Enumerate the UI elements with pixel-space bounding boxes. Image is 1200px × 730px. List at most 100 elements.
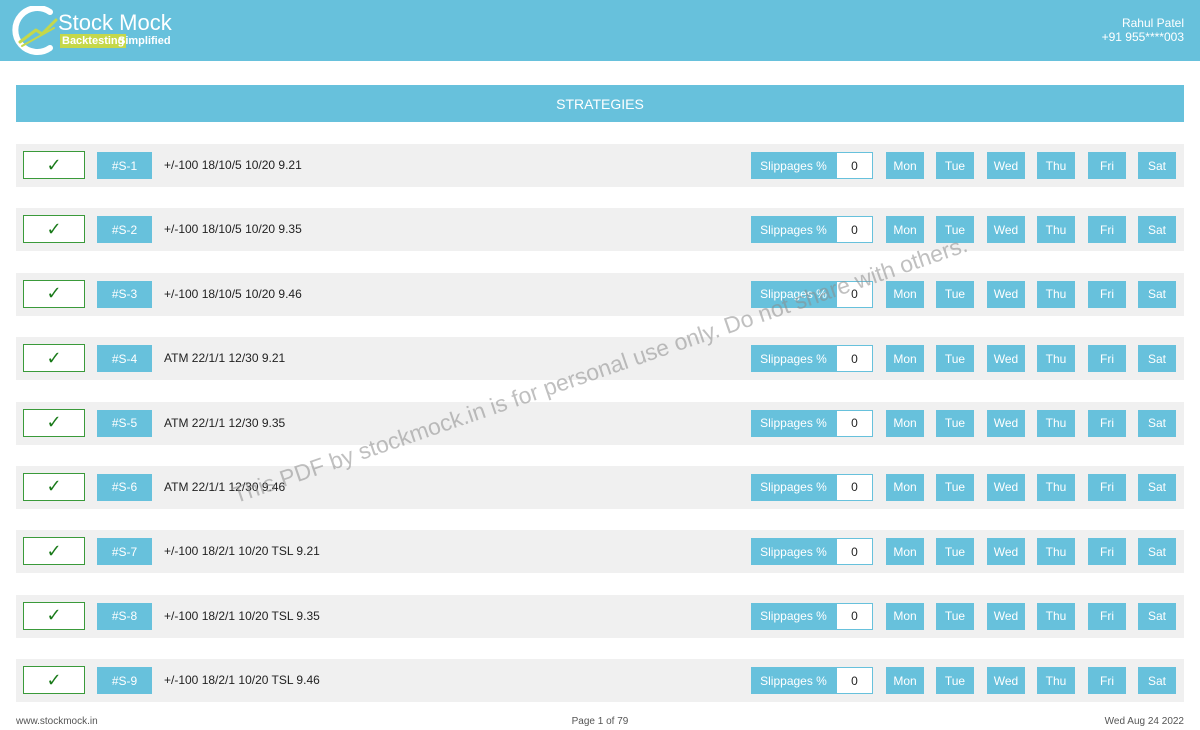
strategy-name: +/-100 18/10/5 10/20 9.35 [164, 222, 302, 237]
slippage-input[interactable]: 0 [836, 216, 873, 244]
slippage-input[interactable]: 0 [836, 538, 873, 566]
strategy-checkbox[interactable]: ✓ [23, 666, 85, 695]
day-toggle-tue[interactable]: Tue [936, 409, 974, 437]
strategy-name: ATM 22/1/1 12/30 9.21 [164, 351, 286, 366]
strategy-row: ✓ #S-6 ATM 22/1/1 12/30 9.46 Slippages % 0 Mo… [16, 465, 1184, 509]
strategy-checkbox[interactable]: ✓ [23, 344, 85, 373]
day-toggle-tue[interactable]: Tue [936, 602, 974, 630]
day-toggle-wed[interactable]: Wed [987, 473, 1025, 501]
slippage-input[interactable]: 0 [836, 152, 873, 179]
day-toggle-wed[interactable]: Wed [987, 152, 1025, 179]
day-toggle-thu[interactable]: Thu [1037, 538, 1075, 566]
day-toggle-tue[interactable]: Tue [936, 216, 974, 244]
day-toggle-mon[interactable]: Mon [886, 473, 924, 501]
strategy-id-badge[interactable]: #S-8 [97, 602, 152, 630]
slippage-label: Slippages % [751, 473, 836, 501]
strategy-id-badge[interactable]: #S-3 [97, 280, 152, 308]
slippage-input[interactable]: 0 [836, 602, 873, 630]
user-phone: +91 955****003 [1101, 30, 1184, 44]
day-toggle-wed[interactable]: Wed [987, 345, 1025, 373]
stockmock-logo[interactable]: Stock Mock Backtesting Simplified [6, 6, 196, 56]
day-toggle-sat[interactable]: Sat [1138, 538, 1176, 566]
day-toggle-thu[interactable]: Thu [1037, 152, 1075, 179]
strategy-row: ✓ #S-9 +/-100 18/2/1 10/20 TSL 9.46 Slippag… [16, 659, 1184, 703]
strategy-id-badge[interactable]: #S-5 [97, 409, 152, 437]
day-toggle-tue[interactable]: Tue [936, 345, 974, 373]
day-toggle-wed[interactable]: Wed [987, 216, 1025, 244]
day-toggle-mon[interactable]: Mon [886, 280, 924, 308]
strategy-row: ✓ #S-4 ATM 22/1/1 12/30 9.21 Slippages % 0 Mo… [16, 337, 1184, 381]
day-toggle-sat[interactable]: Sat [1138, 152, 1176, 179]
day-toggle-tue[interactable]: Tue [936, 538, 974, 566]
slippage-input[interactable]: 0 [836, 409, 873, 437]
slippage-input[interactable]: 0 [836, 345, 873, 373]
day-toggle-mon[interactable]: Mon [886, 602, 924, 630]
day-toggle-mon[interactable]: Mon [886, 409, 924, 437]
strategy-id-badge[interactable]: #S-7 [97, 538, 152, 566]
day-toggle-fri[interactable]: Fri [1088, 667, 1126, 695]
day-toggle-wed[interactable]: Wed [987, 409, 1025, 437]
day-toggle-sat[interactable]: Sat [1138, 216, 1176, 244]
slippage-label: Slippages % [751, 152, 836, 179]
day-toggle-fri[interactable]: Fri [1088, 216, 1126, 244]
day-toggle-fri[interactable]: Fri [1088, 280, 1126, 308]
day-toggle-wed[interactable]: Wed [987, 667, 1025, 695]
strategy-checkbox[interactable]: ✓ [23, 215, 85, 244]
strategy-id-badge[interactable]: #S-6 [97, 473, 152, 501]
day-toggle-thu[interactable]: Thu [1037, 345, 1075, 373]
day-toggle-thu[interactable]: Thu [1037, 216, 1075, 244]
day-toggle-wed[interactable]: Wed [987, 538, 1025, 566]
day-toggle-wed[interactable]: Wed [987, 280, 1025, 308]
slippage-input[interactable]: 0 [836, 280, 873, 308]
day-toggle-fri[interactable]: Fri [1088, 473, 1126, 501]
day-toggle-tue[interactable]: Tue [936, 667, 974, 695]
day-toggle-fri[interactable]: Fri [1088, 409, 1126, 437]
strategy-checkbox[interactable]: ✓ [23, 537, 85, 566]
app-header: Stock Mock Backtesting Simplified Rahul … [0, 0, 1200, 61]
strategy-checkbox[interactable]: ✓ [23, 151, 85, 179]
day-toggle-fri[interactable]: Fri [1088, 538, 1126, 566]
day-toggle-sat[interactable]: Sat [1138, 473, 1176, 501]
user-name: Rahul Patel [1121, 16, 1184, 30]
strategy-row: ✓ #S-2 +/-100 18/10/5 10/20 9.35 Slippages … [16, 208, 1184, 252]
day-toggle-thu[interactable]: Thu [1037, 473, 1075, 501]
strategy-checkbox[interactable]: ✓ [23, 472, 85, 501]
day-toggle-fri[interactable]: Fri [1088, 602, 1126, 630]
day-toggle-fri[interactable]: Fri [1088, 345, 1126, 373]
day-toggle-sat[interactable]: Sat [1138, 409, 1176, 437]
day-toggle-sat[interactable]: Sat [1138, 345, 1176, 373]
day-toggle-thu[interactable]: Thu [1037, 602, 1075, 630]
day-toggle-wed[interactable]: Wed [987, 602, 1025, 630]
day-toggle-fri[interactable]: Fri [1088, 152, 1126, 179]
slippage-label: Slippages % [751, 345, 836, 373]
day-toggle-mon[interactable]: Mon [886, 216, 924, 244]
strategy-checkbox[interactable]: ✓ [23, 279, 85, 308]
slippage-label: Slippages % [751, 280, 836, 308]
day-toggle-sat[interactable]: Sat [1138, 602, 1176, 630]
day-toggle-thu[interactable]: Thu [1037, 280, 1075, 308]
day-toggle-mon[interactable]: Mon [886, 152, 924, 179]
slippage-input[interactable]: 0 [836, 667, 873, 695]
strategy-id-badge[interactable]: #S-4 [97, 345, 152, 373]
day-toggle-mon[interactable]: Mon [886, 667, 924, 695]
strategy-name: +/-100 18/2/1 10/20 TSL 9.35 [164, 608, 320, 623]
strategy-row: ✓ #S-1 +/-100 18/10/5 10/20 9.21 Slippages … [16, 144, 1184, 187]
day-toggle-thu[interactable]: Thu [1037, 409, 1075, 437]
logo-swoosh-icon [12, 6, 58, 55]
day-toggle-mon[interactable]: Mon [886, 538, 924, 566]
day-toggle-sat[interactable]: Sat [1138, 667, 1176, 695]
day-toggle-tue[interactable]: Tue [936, 473, 974, 501]
slippage-label: Slippages % [751, 409, 836, 437]
day-toggle-thu[interactable]: Thu [1037, 667, 1075, 695]
strategy-id-badge[interactable]: #S-2 [97, 216, 152, 244]
strategy-id-badge[interactable]: #S-9 [97, 667, 152, 695]
day-toggle-sat[interactable]: Sat [1138, 280, 1176, 308]
day-toggle-mon[interactable]: Mon [886, 345, 924, 373]
day-toggle-tue[interactable]: Tue [936, 152, 974, 179]
day-toggle-tue[interactable]: Tue [936, 280, 974, 308]
strategy-list: ✓ #S-1 +/-100 18/10/5 10/20 9.21 Slippages … [16, 144, 1184, 724]
strategy-checkbox[interactable]: ✓ [23, 408, 85, 437]
strategy-id-badge[interactable]: #S-1 [97, 152, 152, 179]
strategy-checkbox[interactable]: ✓ [23, 601, 85, 630]
slippage-input[interactable]: 0 [836, 473, 873, 501]
